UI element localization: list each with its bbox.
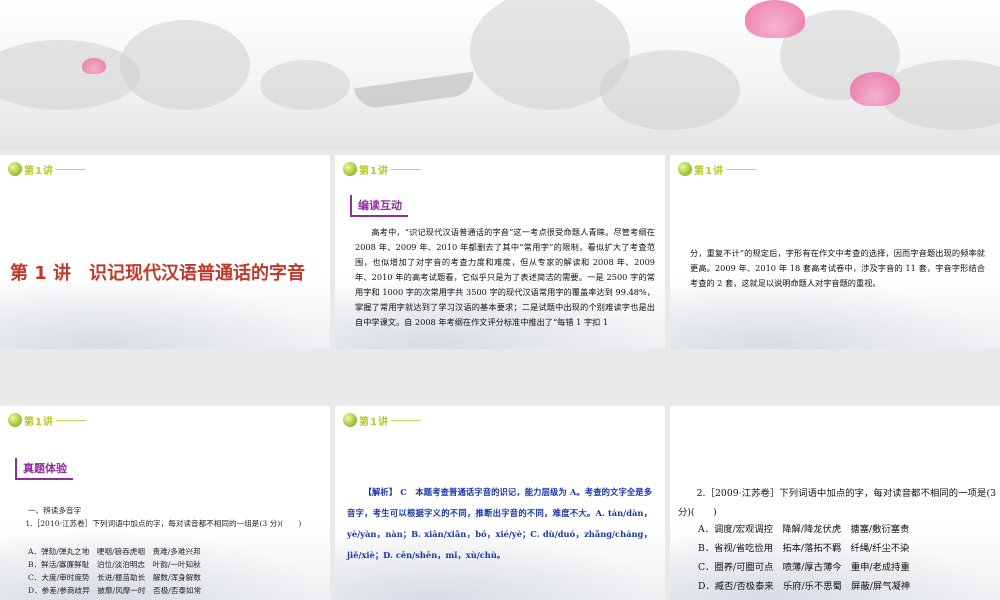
intro-paragraph: 高考中，“识记现代汉语普通话的字音”这一考点很受命题人青睐。尽管考纲在 2008… bbox=[355, 227, 655, 327]
option-a: A．调度/宏观调控 降解/降龙伏虎 搪塞/敷衍塞责 bbox=[698, 524, 910, 535]
slide-2[interactable]: 第1讲 编读互动 高考中，“识记现代汉语普通话的字音”这一考点很受命题人青睐。尽… bbox=[335, 155, 665, 349]
lotus-flower bbox=[745, 0, 805, 38]
section-tag: 编读互动 bbox=[350, 195, 408, 217]
globe-icon bbox=[8, 413, 22, 427]
background-banner bbox=[0, 0, 1000, 150]
option-b: B．省视/省吃俭用 拓本/落拓不羁 纤绳/纤尘不染 bbox=[698, 543, 910, 554]
question-2: 2.［2009·江苏卷］下列词语中加点的字，每对读音都不相同的一项是(3 分)(… bbox=[678, 488, 996, 518]
slide-title: 第 1 讲 识记现代汉语普通话的字音 bbox=[10, 263, 306, 284]
boat-illustration bbox=[354, 71, 476, 111]
globe-icon bbox=[8, 162, 22, 176]
slide-logo: 第1讲 bbox=[343, 160, 421, 178]
answer-analysis: 【解析】 C 本题考查普通话字音的识记，能力层级为 A。考查的文字全是多音字，考… bbox=[347, 487, 652, 560]
option-d: D．臧否/否极泰来 乐府/乐不思蜀 屏蔽/屏气凝神 bbox=[698, 581, 911, 592]
question-2-options: A．调度/宏观调控 降解/降龙伏虎 搪塞/敷衍塞责 B．省视/省吃俭用 拓本/落… bbox=[698, 520, 998, 596]
option-c: C．圈养/可圈可点 喷薄/厚古薄今 重申/老成持重 bbox=[698, 562, 910, 573]
question-1-options: A．弹劾/弹丸之地 哽咽/狼吞虎咽 责难/多难兴邦 B．鲜活/寡廉鲜耻 泊位/淡… bbox=[28, 545, 323, 597]
slide-logo: 第1讲 bbox=[8, 411, 86, 429]
slide-logo: 第1讲 bbox=[343, 411, 421, 429]
globe-icon bbox=[343, 413, 357, 427]
section-heading: 一、辨读多音字 bbox=[28, 506, 82, 515]
globe-icon bbox=[678, 162, 692, 176]
slide-logo: 第1讲 bbox=[8, 160, 86, 178]
slide-5[interactable]: 第1讲 【解析】 C 本题考查普通话字音的识记，能力层级为 A。考查的文字全是多… bbox=[335, 406, 665, 600]
slide-6[interactable]: 2.［2009·江苏卷］下列词语中加点的字，每对读音都不相同的一项是(3 分)(… bbox=[670, 406, 1000, 600]
lotus-flower bbox=[850, 72, 900, 106]
option-c: C．大度/审时度势 长进/揠苗助长 解数/浑身解数 bbox=[28, 573, 201, 582]
section-tag: 真题体验 bbox=[15, 458, 73, 480]
globe-icon bbox=[343, 162, 357, 176]
slide-4[interactable]: 第1讲 真题体验 一、辨读多音字 1.［2010·江苏卷］下列词语中加点的字，每… bbox=[0, 406, 330, 600]
option-b: B．鲜活/寡廉鲜耻 泊位/淡泊明志 叶韵/一叶知秋 bbox=[28, 560, 201, 569]
question-1: 1.［2010·江苏卷］下列词语中加点的字，每对读音都不相同的一组是(3 分)(… bbox=[25, 519, 302, 528]
continuation-paragraph: 分，重复不计”的规定后，字形有在作文中考查的选择，因而字音题出现的频率就更高。2… bbox=[690, 248, 985, 288]
slide-1[interactable]: 第1讲 第 1 讲 识记现代汉语普通话的字音 bbox=[0, 155, 330, 349]
option-d: D．参差/参商歧异 披靡/风靡一时 否极/否泰如常 bbox=[28, 586, 202, 595]
option-a: A．弹劾/弹丸之地 哽咽/狼吞虎咽 责难/多难兴邦 bbox=[28, 547, 201, 556]
slide-logo: 第1讲 bbox=[678, 160, 756, 178]
lotus-bud bbox=[82, 58, 106, 74]
slide-3[interactable]: 第1讲 分，重复不计”的规定后，字形有在作文中考查的选择，因而字音题出现的频率就… bbox=[670, 155, 1000, 349]
